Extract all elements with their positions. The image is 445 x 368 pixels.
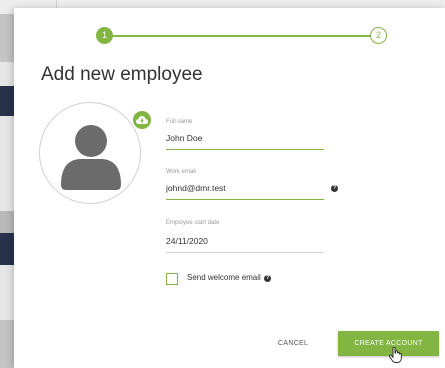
- help-circle-icon[interactable]: ?: [264, 275, 272, 282]
- stepper-step-2: 2: [370, 27, 387, 44]
- add-employee-dialog: 1 2 Add new employee Full name John Doe …: [14, 8, 445, 368]
- start-date-label: Employee start date: [166, 220, 220, 226]
- welcome-email-checkbox[interactable]: [166, 273, 178, 285]
- avatar-picker[interactable]: [39, 102, 141, 204]
- full-name-input[interactable]: John Doe: [166, 133, 202, 143]
- hand-cursor-icon: [389, 347, 402, 363]
- work-email-label: Work email: [166, 169, 196, 175]
- work-email-underline: [166, 199, 324, 200]
- dialog-title: Add new employee: [41, 64, 203, 85]
- start-date-underline: [166, 252, 324, 253]
- full-name-underline: [166, 149, 324, 150]
- stepper-connector: [113, 35, 370, 37]
- help-circle-icon[interactable]: ?: [331, 185, 338, 192]
- user-silhouette-icon: [61, 125, 121, 190]
- stepper-step-1: 1: [96, 27, 113, 44]
- cancel-button[interactable]: CANCEL: [278, 340, 308, 347]
- full-name-label: Full name: [166, 119, 193, 125]
- cloud-upload-icon: [136, 116, 148, 124]
- welcome-email-label: Send welcome email ?: [187, 273, 272, 283]
- work-email-input[interactable]: johnd@dmr.test: [166, 183, 226, 193]
- upload-photo-button[interactable]: [133, 111, 151, 129]
- welcome-email-text: Send welcome email: [187, 273, 261, 282]
- start-date-input[interactable]: 24/11/2020: [166, 236, 208, 246]
